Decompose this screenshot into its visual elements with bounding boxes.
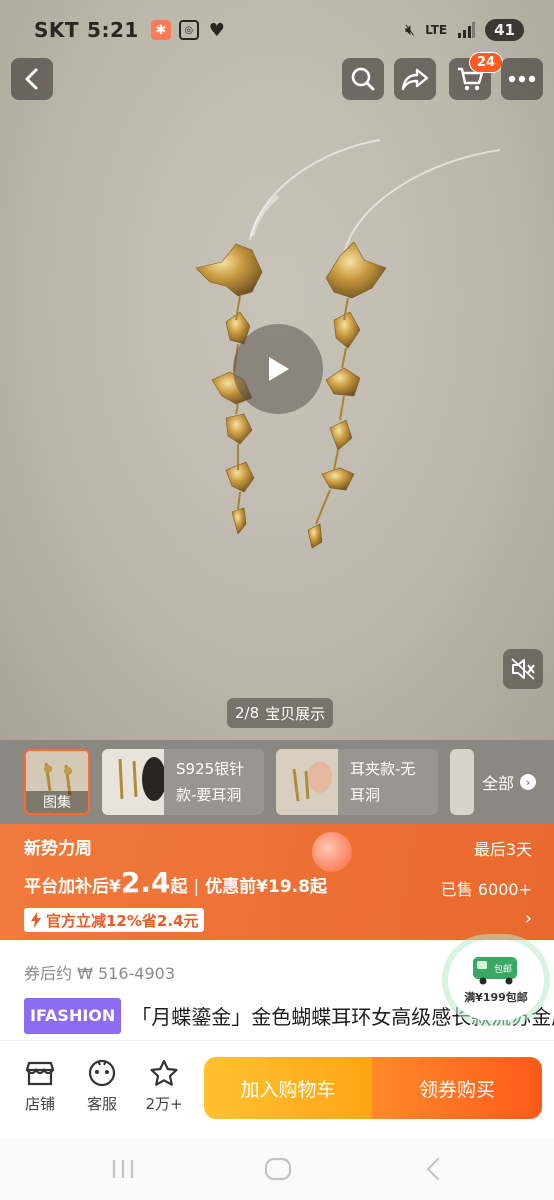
thumb-variant-more[interactable] xyxy=(450,749,474,815)
price-suffix: 起 xyxy=(170,877,188,897)
variant-thumbnail-strip: 图集 S925银针款-要耳洞 耳夹款-无耳洞 xyxy=(0,740,554,824)
status-bar: SKT 5:21 ✱ ◎ ♥ 🔇︎ LTE 41 xyxy=(0,0,554,60)
price-prefix: 平台加补后¥ xyxy=(24,877,121,897)
sold-count: 已售 6000+ xyxy=(440,880,532,899)
promo-chevron-right-icon: › xyxy=(524,908,532,929)
star-icon xyxy=(150,1059,178,1086)
screenshot-notification-icon: ◎ xyxy=(178,20,199,40)
thumb-variant-clip[interactable]: 耳夹款-无耳洞 xyxy=(276,749,438,815)
all-variants-button[interactable]: 全部 › xyxy=(482,770,536,794)
all-variants-label: 全部 xyxy=(481,774,514,793)
media-counter-index: 2/8 xyxy=(235,704,260,722)
media-counter-label: 宝贝展示 xyxy=(265,704,326,723)
promo-countdown: 最后3天 xyxy=(473,840,532,859)
official-discount-tag: 官方立减12%省2.4元 xyxy=(24,908,205,932)
play-video-button[interactable] xyxy=(233,324,323,414)
store-label: 店铺 xyxy=(24,1095,55,1113)
add-to-cart-button[interactable]: 加入购物车 xyxy=(204,1057,372,1119)
clock: 5:21 xyxy=(87,18,139,42)
price-separator: | xyxy=(193,877,200,897)
customer-service-button[interactable]: 客服 xyxy=(78,1059,126,1114)
system-navigation-bar xyxy=(0,1138,554,1200)
thumb-variant-needle[interactable]: S925银针款-要耳洞 xyxy=(102,749,264,815)
recent-apps-button[interactable] xyxy=(106,1152,140,1186)
promo-title: 新势力周 xyxy=(24,839,92,859)
price-value: 2.4 xyxy=(120,866,171,899)
search-button[interactable] xyxy=(342,58,384,100)
play-icon xyxy=(269,357,289,381)
thumb-variant-needle-label: S925银针款-要耳洞 xyxy=(176,760,245,804)
store-icon xyxy=(25,1061,55,1086)
share-icon xyxy=(401,68,429,91)
thumb-gallery[interactable]: 图集 xyxy=(24,749,90,815)
recent-apps-icon xyxy=(112,1160,134,1178)
more-button[interactable] xyxy=(501,58,543,100)
carrier-label: SKT xyxy=(34,18,80,42)
search-icon xyxy=(351,67,375,91)
official-discount-text: 官方立减12%省2.4元 xyxy=(46,911,199,930)
free-shipping-text: 满¥199包邮 xyxy=(464,991,528,1004)
brand-tag: IFASHION xyxy=(24,998,122,1034)
original-price: 优惠前¥19.8起 xyxy=(205,877,327,897)
free-shipping-van-label: 包邮 xyxy=(494,963,512,975)
product-detail-screen: 2/8 宝贝展示 SKT 5:21 ✱ ◎ ♥ 🔇︎ LTE 41 24 图集 … xyxy=(0,0,554,1200)
chevron-right-icon: › xyxy=(520,774,536,790)
favorite-count: 2万+ xyxy=(145,1095,183,1113)
more-dots-icon xyxy=(508,75,536,83)
mute-button[interactable] xyxy=(503,649,543,689)
product-media-viewer[interactable]: 2/8 宝贝展示 xyxy=(0,0,554,740)
back-nav-button[interactable] xyxy=(416,1152,450,1186)
speaker-muted-icon xyxy=(511,658,535,680)
signal-icon xyxy=(458,22,476,38)
after-coupon-price: 券后约 ₩ 516-4903 xyxy=(24,964,176,983)
network-type: LTE xyxy=(425,23,448,37)
thumb-variant-clip-label: 耳夹款-无耳洞 xyxy=(350,760,416,804)
vibrate-mute-icon: 🔇︎ xyxy=(404,20,416,39)
favorite-button[interactable]: 2万+ xyxy=(140,1059,188,1114)
customer-service-label: 客服 xyxy=(86,1095,117,1113)
claim-coupon-buy-button[interactable]: 领券购买 xyxy=(372,1057,542,1119)
thumb-gallery-label: 图集 xyxy=(26,791,88,813)
chevron-left-icon xyxy=(25,68,38,90)
cart-button[interactable]: 24 xyxy=(449,52,503,100)
home-icon xyxy=(264,1157,292,1181)
promo-price: 平台加补后¥ 2.4 起 | 优惠前¥19.8起 xyxy=(24,866,327,899)
free-shipping-badge[interactable]: 包邮 满¥199包邮 xyxy=(448,940,544,1020)
back-button[interactable] xyxy=(11,58,53,100)
heart-notification-icon: ♥ xyxy=(208,19,225,41)
share-button[interactable] xyxy=(394,58,436,100)
back-nav-icon xyxy=(426,1157,440,1181)
thumb-variant-clip-image xyxy=(276,749,338,815)
store-button[interactable]: 店铺 xyxy=(16,1059,64,1114)
thumb-variant-needle-image xyxy=(102,749,164,815)
promo-banner[interactable]: 新势力周 最后3天 平台加补后¥ 2.4 起 | 优惠前¥19.8起 已售 60… xyxy=(0,824,554,940)
lightning-icon xyxy=(31,912,41,928)
battery-indicator: 41 xyxy=(485,19,524,41)
customer-service-icon xyxy=(88,1059,116,1087)
delivery-van-icon: 包邮 xyxy=(473,957,517,985)
bottom-action-bar: 店铺 客服 2万+ 加入购物车 领券购买 xyxy=(0,1040,554,1138)
media-counter: 2/8 宝贝展示 xyxy=(227,698,334,728)
app-notification-icon: ✱ xyxy=(150,20,171,40)
home-button[interactable] xyxy=(261,1152,295,1186)
